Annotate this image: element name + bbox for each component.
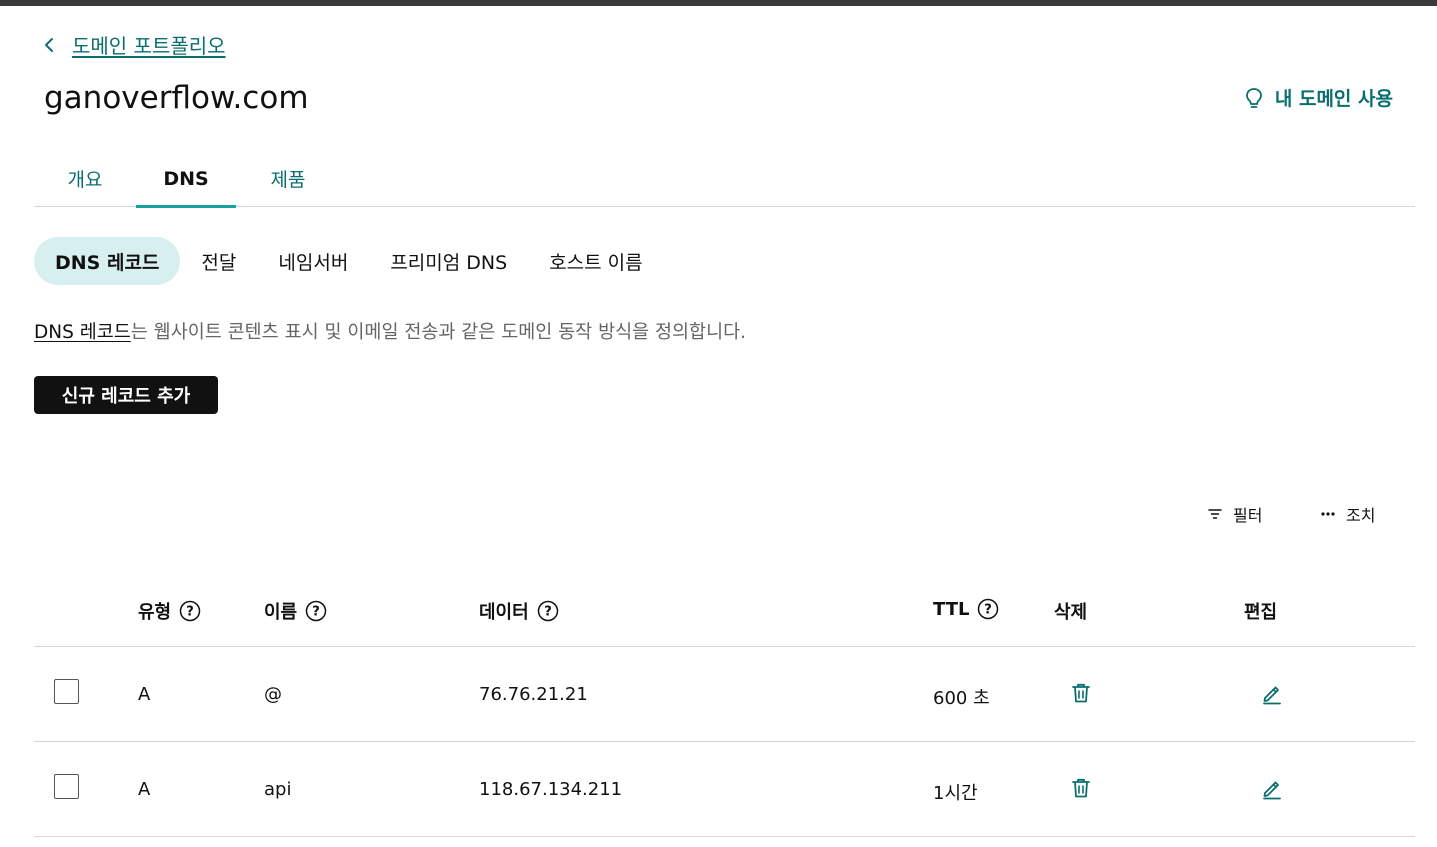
subtab-forwarding[interactable]: 전달	[180, 237, 257, 285]
tab-products[interactable]: 제품	[236, 150, 340, 207]
trash-icon	[1072, 683, 1090, 703]
header-data-label: 데이터	[479, 602, 529, 623]
header-edit-label: 편집	[1244, 602, 1278, 623]
back-link-label[interactable]: 도메인 포트폴리오	[72, 30, 226, 59]
row-checkbox[interactable]	[54, 774, 79, 799]
filter-label: 필터	[1233, 506, 1263, 525]
header-ttl: TTL ?	[933, 598, 999, 620]
chevron-left-icon	[45, 37, 53, 52]
svg-text:?: ?	[312, 605, 320, 620]
browser-top-bar	[0, 0, 1437, 6]
record-name: @	[264, 684, 282, 705]
actions-label: 조치	[1346, 506, 1376, 525]
record-type: A	[138, 779, 151, 800]
header-edit: 편집	[1244, 598, 1277, 624]
lightbulb-icon	[1245, 87, 1262, 108]
trash-icon	[1072, 778, 1090, 798]
pencil-icon	[1263, 686, 1281, 705]
dns-records-link[interactable]: DNS 레코드	[34, 322, 131, 343]
dns-description-text: 는 웹사이트 콘텐츠 표시 및 이메일 전송과 같은 도메인 동작 방식을 정의…	[130, 322, 746, 343]
record-data: 118.67.134.211	[479, 779, 623, 800]
domain-title: ganoverflow.com	[44, 80, 309, 116]
help-icon[interactable]: ?	[179, 600, 201, 622]
filter-icon	[1208, 509, 1222, 519]
svg-text:?: ?	[186, 605, 194, 620]
tab-overview[interactable]: 개요	[34, 150, 136, 207]
add-new-record-button[interactable]: 신규 레코드 추가	[34, 376, 218, 414]
delete-record-button[interactable]	[1069, 776, 1093, 800]
edit-record-button[interactable]	[1260, 681, 1284, 705]
table-row: A api 118.67.134.211 1시간	[34, 742, 1415, 837]
help-icon[interactable]: ?	[305, 600, 327, 622]
table-row: A @ 76.76.21.21 600 초	[34, 647, 1415, 742]
record-data: 76.76.21.21	[479, 684, 588, 705]
tab-dns[interactable]: DNS	[136, 150, 236, 208]
header-delete: 삭제	[1054, 598, 1087, 624]
dns-subtabs: DNS 레코드 전달 네임서버 프리미엄 DNS 호스트 이름	[34, 237, 664, 285]
record-name: api	[264, 779, 292, 800]
actions-button[interactable]: 조치	[1320, 502, 1375, 526]
use-my-domain-label: 내 도메인 사용	[1274, 88, 1393, 110]
subtab-dns-records[interactable]: DNS 레코드	[34, 237, 181, 285]
main-tabs: 개요 DNS 제품	[34, 150, 1415, 208]
subtab-hostnames[interactable]: 호스트 이름	[528, 237, 663, 285]
record-ttl: 1시간	[933, 783, 978, 804]
subtab-premium-dns[interactable]: 프리미엄 DNS	[369, 237, 528, 285]
header-type: 유형 ?	[138, 598, 201, 624]
row-checkbox[interactable]	[54, 679, 79, 704]
pencil-icon	[1263, 781, 1281, 800]
header-name: 이름 ?	[264, 598, 327, 624]
record-type: A	[138, 684, 151, 705]
record-ttl: 600 초	[933, 688, 990, 709]
use-my-domain-button[interactable]: 내 도메인 사용	[1243, 84, 1393, 111]
svg-text:?: ?	[544, 605, 552, 620]
help-icon[interactable]: ?	[537, 600, 559, 622]
more-horizontal-icon	[1321, 512, 1335, 516]
back-to-portfolio[interactable]: 도메인 포트폴리오	[40, 30, 226, 59]
header-data: 데이터 ?	[479, 598, 559, 624]
dns-records-table: 유형 ? 이름 ? 데이터 ? TTL ? 삭제 편집 A @ 76.76.21…	[34, 578, 1415, 837]
header-type-label: 유형	[138, 602, 172, 623]
header-name-label: 이름	[264, 602, 298, 623]
svg-text:?: ?	[985, 603, 993, 618]
header-ttl-label: TTL	[933, 598, 970, 620]
dns-description: DNS 레코드는 웹사이트 콘텐츠 표시 및 이메일 전송과 같은 도메인 동작…	[34, 318, 746, 344]
table-header: 유형 ? 이름 ? 데이터 ? TTL ? 삭제 편집	[34, 578, 1415, 647]
delete-record-button[interactable]	[1069, 681, 1093, 705]
edit-record-button[interactable]	[1260, 776, 1284, 800]
filter-button[interactable]: 필터	[1207, 502, 1262, 526]
subtab-nameservers[interactable]: 네임서버	[257, 237, 369, 285]
header-delete-label: 삭제	[1054, 602, 1088, 623]
help-icon[interactable]: ?	[977, 598, 999, 620]
